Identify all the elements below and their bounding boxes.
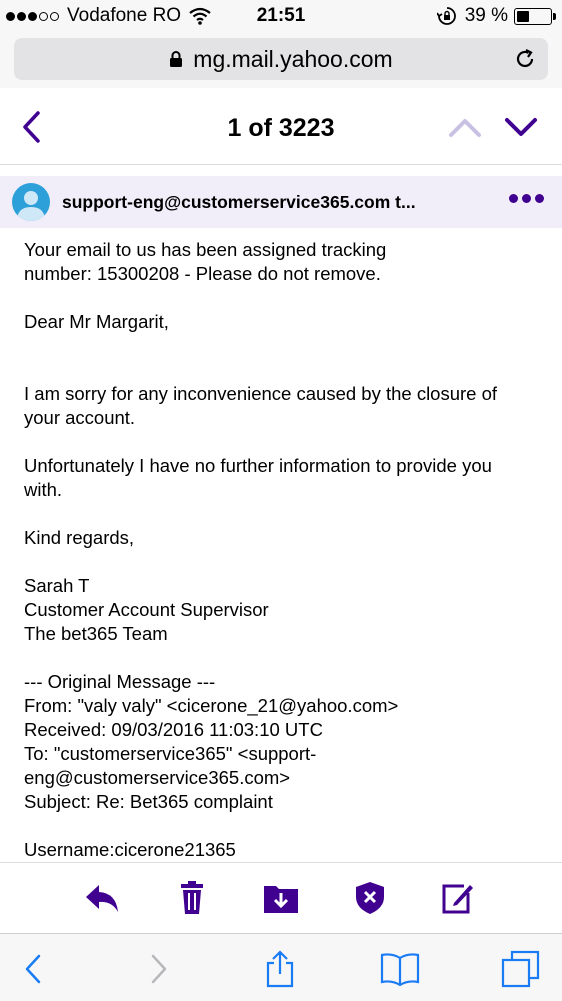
spam-shield-icon[interactable] [352,881,388,915]
previous-message-icon[interactable] [448,116,482,138]
lock-icon [170,51,183,67]
body-line: Unfortunately I have no further informat… [24,455,492,476]
browser-bottom-bar [0,933,562,1001]
username-line: Username:cicerone21365 [24,839,236,860]
email-body: Your email to us has been assigned track… [24,238,544,862]
original-from: From: "valy valy" <cicerone_21@yahoo.com… [24,695,399,716]
battery-percent: 39 % [464,5,508,26]
original-message-header: --- Original Message --- [24,671,216,692]
address-bar[interactable]: mg.mail.yahoo.com [14,38,548,80]
body-line: I am sorry for any inconvenience caused … [24,383,498,404]
more-options-icon[interactable] [505,194,544,203]
compose-icon[interactable] [440,881,476,915]
battery-icon [514,7,556,25]
body-line: number: 15300208 - Please do not remove. [24,263,381,284]
share-icon[interactable] [260,950,300,988]
body-line: with. [24,479,63,500]
person-icon [17,191,45,221]
browser-toolbar: mg.mail.yahoo.com [0,34,562,88]
message-nav-header: 1 of 3223 [0,92,562,165]
browser-back-icon[interactable] [14,950,54,988]
signature-title: Customer Account Supervisor [24,599,269,620]
browser-forward-icon[interactable] [138,950,178,988]
reload-icon[interactable] [514,48,536,70]
rotation-lock-icon [436,7,456,25]
closing: Kind regards, [24,527,135,548]
trash-icon[interactable] [174,881,210,915]
status-bar: Vodafone RO 21:51 39 % [0,0,562,34]
signature-name: Sarah T [24,575,90,596]
greeting: Dear Mr Margarit, [24,311,169,332]
sender-row[interactable]: support-eng@customerservice365.com t... [0,176,562,228]
avatar [12,183,50,221]
mail-action-bar [0,862,562,933]
reply-icon[interactable] [84,881,120,915]
original-received: Received: 09/03/2016 11:03:10 UTC [24,719,323,740]
original-to: To: "customerservice365" <support- [24,743,317,764]
original-subject: Subject: Re: Bet365 complaint [24,791,273,812]
move-to-folder-icon[interactable] [263,881,299,915]
bookmarks-icon[interactable] [380,950,420,988]
signature-team: The bet365 Team [24,623,168,644]
body-line: your account. [24,407,136,428]
sender-address: support-eng@customerservice365.com t... [62,192,416,212]
status-right: 39 % [436,5,556,27]
next-message-icon[interactable] [504,116,538,138]
body-line: Your email to us has been assigned track… [24,239,387,260]
original-to: eng@customerservice365.com> [24,767,291,788]
tabs-icon[interactable] [500,950,540,988]
url-text: mg.mail.yahoo.com [193,45,393,72]
